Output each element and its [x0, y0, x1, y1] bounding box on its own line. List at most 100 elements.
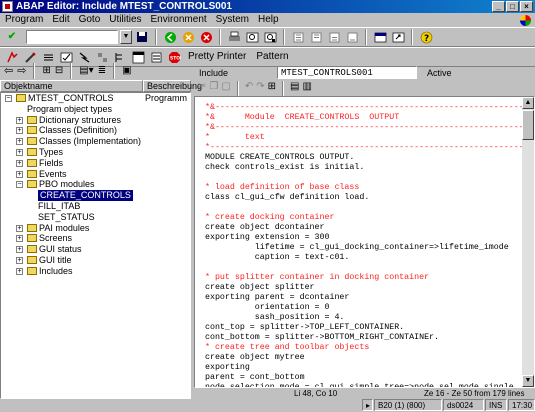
- tree-node[interactable]: + Includes: [1, 266, 190, 277]
- tree-node[interactable]: CREATE_CONTROLS: [1, 190, 190, 201]
- find-next-icon[interactable]: [262, 29, 278, 45]
- code-line[interactable]: cont_bottom = splitter->BOTTOM_RIGHT_CON…: [205, 333, 521, 343]
- help-icon[interactable]: ?: [418, 29, 434, 45]
- tree-node-label[interactable]: GUI title: [39, 255, 72, 266]
- expand-icon[interactable]: +: [16, 138, 23, 146]
- shortcut-icon[interactable]: [390, 29, 406, 45]
- comment-line[interactable]: * load definition of base class: [205, 183, 521, 193]
- tree-node-label[interactable]: Classes (Implementation): [39, 136, 141, 147]
- cut-icon[interactable]: ✂: [198, 81, 206, 95]
- comment-line[interactable]: * create tree and toolbar objects: [205, 343, 521, 353]
- tree-node[interactable]: SET_STATUS: [1, 212, 190, 223]
- tree-node[interactable]: − MTEST_CONTROLS Programm MTE: [1, 93, 190, 104]
- expand-icon[interactable]: +: [16, 148, 23, 156]
- first-page-icon[interactable]: [290, 29, 306, 45]
- back-icon[interactable]: [162, 29, 178, 45]
- expand-icon[interactable]: +: [16, 127, 23, 135]
- code-line[interactable]: create object dcontainer: [205, 223, 521, 233]
- last-page-icon[interactable]: [344, 29, 360, 45]
- collapse-tree-icon[interactable]: ⊞: [42, 65, 50, 76]
- menu-environment[interactable]: Environment: [151, 13, 207, 27]
- tree-node[interactable]: Program object types: [1, 104, 190, 115]
- code-line[interactable]: [205, 263, 521, 273]
- layout-icon[interactable]: ▤▾: [79, 65, 93, 76]
- scroll-thumb[interactable]: [522, 110, 534, 140]
- tree-node[interactable]: + GUI status: [1, 244, 190, 255]
- tree-node-label[interactable]: Screens: [39, 233, 72, 244]
- expand-icon[interactable]: +: [16, 170, 23, 178]
- menu-help[interactable]: Help: [258, 13, 279, 27]
- expand-icon[interactable]: +: [16, 256, 23, 264]
- save-icon[interactable]: [134, 29, 150, 45]
- comment-line[interactable]: * put splitter container in docking cont…: [205, 273, 521, 283]
- source-code[interactable]: *&--------------------------------------…: [205, 103, 529, 387]
- expand-icon[interactable]: +: [16, 267, 23, 275]
- code-line[interactable]: cont_top = splitter->TOP_LEFT_CONTAINER.: [205, 323, 521, 333]
- exit-icon[interactable]: [180, 29, 196, 45]
- tree-node[interactable]: + PAI modules: [1, 223, 190, 234]
- menu-program[interactable]: Program: [5, 13, 43, 27]
- tree-node[interactable]: + Dictionary structures: [1, 115, 190, 126]
- code-line[interactable]: create object splitter: [205, 283, 521, 293]
- system-info[interactable]: B20 (1) (800): [374, 399, 442, 411]
- tree-node-label[interactable]: Dictionary structures: [39, 115, 121, 126]
- code-line[interactable]: sash_position = 4.: [205, 313, 521, 323]
- code-line[interactable]: MODULE CREATE_CONTROLS OUTPUT.: [205, 153, 521, 163]
- scroll-down-icon[interactable]: ▼: [522, 375, 534, 387]
- tree-node-label[interactable]: PBO modules: [39, 179, 95, 190]
- tree-node[interactable]: − PBO modules: [1, 179, 190, 190]
- paste-icon[interactable]: ▢: [221, 81, 230, 95]
- comment-line[interactable]: * create docking container: [205, 213, 521, 223]
- code-line[interactable]: caption = text-c01.: [205, 253, 521, 263]
- tree-node[interactable]: FILL_ITAB: [1, 201, 190, 212]
- print-tree-icon[interactable]: ▣: [122, 65, 131, 76]
- code-line[interactable]: lifetime = cl_gui_docking_container=>lif…: [205, 243, 521, 253]
- tree-node-label[interactable]: Events: [39, 169, 67, 180]
- tree-node[interactable]: + Classes (Definition): [1, 125, 190, 136]
- prev-page-icon[interactable]: [308, 29, 324, 45]
- nav-back-icon[interactable]: ⇦: [4, 64, 13, 77]
- cancel-icon[interactable]: [198, 29, 214, 45]
- tree-node-label[interactable]: Program object types: [27, 104, 112, 115]
- code-editor[interactable]: *&--------------------------------------…: [194, 96, 535, 388]
- expand-icon[interactable]: +: [16, 224, 23, 232]
- close-button[interactable]: ×: [520, 1, 533, 12]
- tree-node[interactable]: + GUI title: [1, 255, 190, 266]
- tree-node[interactable]: + Types: [1, 147, 190, 158]
- collapse-icon[interactable]: −: [5, 95, 12, 102]
- copy-icon[interactable]: ❐: [209, 81, 218, 95]
- expand-icon[interactable]: +: [16, 246, 23, 254]
- tree-node-label[interactable]: MTEST_CONTROLS: [28, 93, 114, 104]
- vertical-scrollbar[interactable]: ▲ ▼: [522, 97, 534, 387]
- expand-tree-icon[interactable]: ⊟: [55, 65, 63, 76]
- expand-icon[interactable]: +: [16, 235, 23, 243]
- tree-node-label[interactable]: Classes (Definition): [39, 125, 117, 136]
- tree-node-label[interactable]: Includes: [39, 266, 73, 277]
- menu-goto[interactable]: Goto: [79, 13, 101, 27]
- undo-icon[interactable]: ↶: [245, 81, 253, 95]
- code-line[interactable]: parent = cont_bottom: [205, 373, 521, 383]
- new-session-icon[interactable]: [372, 29, 388, 45]
- command-field[interactable]: [26, 30, 118, 44]
- menu-system[interactable]: System: [216, 13, 249, 27]
- check-icon[interactable]: ✔: [4, 29, 20, 45]
- nav-forward-icon[interactable]: ⇨: [17, 64, 26, 77]
- tree-node-label[interactable]: GUI status: [39, 244, 82, 255]
- comment-line[interactable]: *& Module CREATE_CONTROLS OUTPUT: [205, 113, 521, 123]
- tree-node[interactable]: + Screens: [1, 233, 190, 244]
- maximize-button[interactable]: □: [506, 1, 519, 12]
- status-indicator-icon[interactable]: ▸: [362, 399, 373, 411]
- menu-edit[interactable]: Edit: [52, 13, 69, 27]
- redo-icon[interactable]: ↷: [256, 81, 264, 95]
- col-object-name[interactable]: Objektname: [0, 80, 143, 92]
- insert-line-icon[interactable]: ⊞: [268, 81, 276, 95]
- tree-node-label[interactable]: PAI modules: [39, 223, 89, 234]
- find-icon[interactable]: [244, 29, 260, 45]
- col-description[interactable]: Beschreibung: [143, 80, 202, 92]
- command-dropdown-icon[interactable]: ▼: [120, 30, 132, 44]
- comment-line[interactable]: *&--------------------------------------…: [205, 123, 529, 133]
- code-line[interactable]: class cl_gui_cfw definition load.: [205, 193, 521, 203]
- tree-node[interactable]: + Fields: [1, 158, 190, 169]
- next-page-icon[interactable]: [326, 29, 342, 45]
- filter-icon[interactable]: ≣: [98, 65, 106, 76]
